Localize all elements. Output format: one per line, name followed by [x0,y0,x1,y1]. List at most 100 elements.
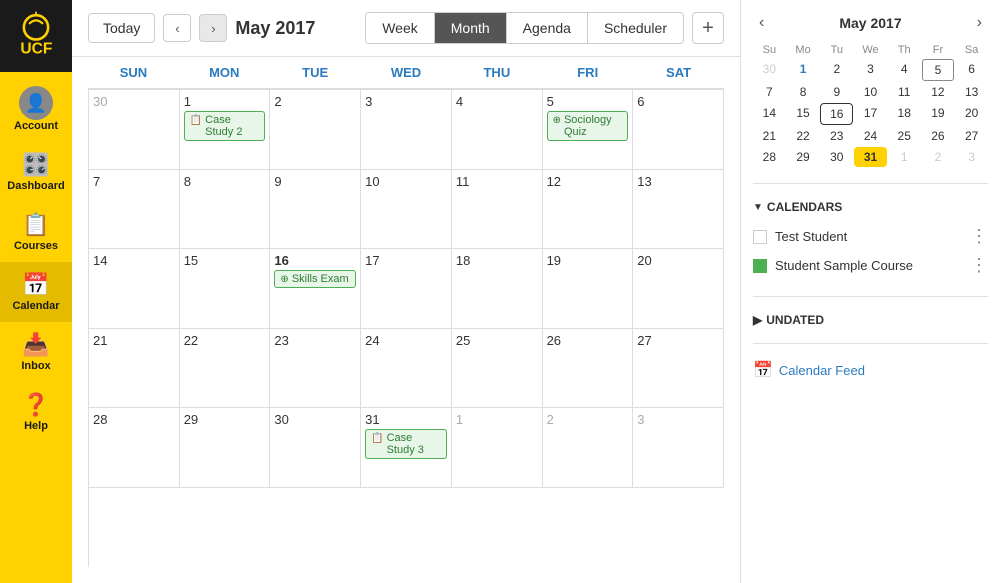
today-button[interactable]: Today [88,13,155,43]
mini-day[interactable]: 4 [888,59,921,81]
mini-day[interactable]: 12 [922,82,955,102]
mini-next-button[interactable]: › [971,12,988,34]
cal-cell[interactable]: 11 [452,170,543,250]
mini-day[interactable]: 29 [787,147,820,167]
cal-day-number: 31 [365,412,447,427]
cal-cell[interactable]: 14 [89,249,180,329]
mini-day[interactable]: 10 [854,82,887,102]
cal-cell[interactable]: 26 [543,329,634,409]
mini-day[interactable]: 19 [922,103,955,125]
calendar-event[interactable]: ⊕Sociology Quiz [547,111,629,141]
add-event-button[interactable]: + [692,12,724,44]
cal-cell[interactable]: 1📋Case Study 2 [180,90,271,170]
mini-day[interactable]: 6 [955,59,988,81]
mini-day[interactable]: 8 [787,82,820,102]
sidebar-item-dashboard[interactable]: 🎛️ Dashboard [0,142,72,202]
mini-day[interactable]: 9 [820,82,853,102]
mini-day[interactable]: 1 [787,59,820,81]
cal-cell[interactable]: 20 [633,249,724,329]
mini-day[interactable]: 18 [888,103,921,125]
cal-cell[interactable]: 24 [361,329,452,409]
cal-cell[interactable]: 16 ⊕Skills Exam [270,249,361,329]
mini-day[interactable]: 21 [753,126,786,146]
mini-day[interactable]: 5 [922,59,955,81]
mini-day[interactable]: 30 [820,147,853,167]
sidebar-item-inbox[interactable]: 📥 Inbox [0,322,72,382]
cal-cell[interactable]: 17 [361,249,452,329]
calendar-event[interactable]: 📋Case Study 3 [365,429,447,459]
cal-cell[interactable]: 4 [452,90,543,170]
mini-day[interactable]: 16 [820,103,853,125]
mini-day[interactable]: 27 [955,126,988,146]
calendar-event[interactable]: 📋Case Study 2 [184,111,266,141]
cal-cell[interactable]: 15 [180,249,271,329]
cal-cell[interactable]: 2 [543,408,634,488]
cal-day-number: 30 [93,94,175,109]
mini-day[interactable]: 23 [820,126,853,146]
calendars-arrow[interactable]: ▼ [753,202,763,213]
cal-cell[interactable]: 12 [543,170,634,250]
tab-agenda[interactable]: Agenda [507,13,588,43]
cal-cell[interactable]: 23 [270,329,361,409]
svg-text:UCF: UCF [20,40,52,57]
calendar-feed-link[interactable]: 📅 Calendar Feed [753,360,988,380]
mini-day[interactable]: 7 [753,82,786,102]
mini-day[interactable]: 15 [787,103,820,125]
tab-scheduler[interactable]: Scheduler [588,13,683,43]
cal-cell[interactable]: 31 📋Case Study 3 [361,408,452,488]
sidebar-item-help[interactable]: ❓ Help [0,382,72,442]
cal-cell[interactable]: 3 [633,408,724,488]
calendar-event[interactable]: ⊕Skills Exam [274,270,356,288]
mini-prev-button[interactable]: ‹ [753,12,770,34]
cal-cell[interactable]: 8 [180,170,271,250]
prev-button[interactable]: ‹ [163,14,191,42]
mini-day[interactable]: 2 [820,59,853,81]
cal-cell[interactable]: 30 [270,408,361,488]
cal-cell[interactable]: 10 [361,170,452,250]
cal-cell[interactable]: 19 [543,249,634,329]
cal-day-number: 16 [274,253,356,268]
sidebar-item-account[interactable]: 👤 Account [0,76,72,142]
cal-cell[interactable]: 7 [89,170,180,250]
cal-cell[interactable]: 5⊕Sociology Quiz [543,90,634,170]
cal-cell[interactable]: 21 [89,329,180,409]
mini-day[interactable]: 2 [922,147,955,167]
cal-cell[interactable]: 22 [180,329,271,409]
student-sample-menu[interactable]: ⋮ [970,255,988,276]
mini-day[interactable]: 3 [955,147,988,167]
cal-cell[interactable]: 2 [270,90,361,170]
tab-week[interactable]: Week [366,13,435,43]
cal-cell[interactable]: 18 [452,249,543,329]
cal-cell[interactable]: 25 [452,329,543,409]
mini-day[interactable]: 1 [888,147,921,167]
cal-cell[interactable]: 29 [180,408,271,488]
mini-day[interactable]: 28 [753,147,786,167]
next-button[interactable]: › [199,14,227,42]
sidebar-item-calendar[interactable]: 📅 Calendar [0,262,72,322]
test-student-menu[interactable]: ⋮ [970,226,988,247]
mini-day[interactable]: 14 [753,103,786,125]
cal-cell[interactable]: 27 [633,329,724,409]
mini-day[interactable]: 3 [854,59,887,81]
mini-day[interactable]: 17 [854,103,887,125]
mini-day[interactable]: 30 [753,59,786,81]
cal-cell[interactable]: 9 [270,170,361,250]
tab-month[interactable]: Month [435,13,507,43]
cal-cell[interactable]: 13 [633,170,724,250]
cal-cell[interactable]: 28 [89,408,180,488]
sidebar-item-courses[interactable]: 📋 Courses [0,202,72,262]
mini-day[interactable]: 13 [955,82,988,102]
cal-cell[interactable]: 1 [452,408,543,488]
mini-day[interactable]: 24 [854,126,887,146]
mini-day[interactable]: 11 [888,82,921,102]
undated-section[interactable]: ▶ UNDATED [753,313,988,327]
event-label: Case Study 2 [205,114,259,138]
mini-day[interactable]: 20 [955,103,988,125]
mini-day[interactable]: 31 [854,147,887,167]
cal-cell[interactable]: 3 [361,90,452,170]
mini-day[interactable]: 26 [922,126,955,146]
mini-day[interactable]: 22 [787,126,820,146]
cal-cell[interactable]: 30 [89,90,180,170]
cal-cell[interactable]: 6 [633,90,724,170]
mini-day[interactable]: 25 [888,126,921,146]
